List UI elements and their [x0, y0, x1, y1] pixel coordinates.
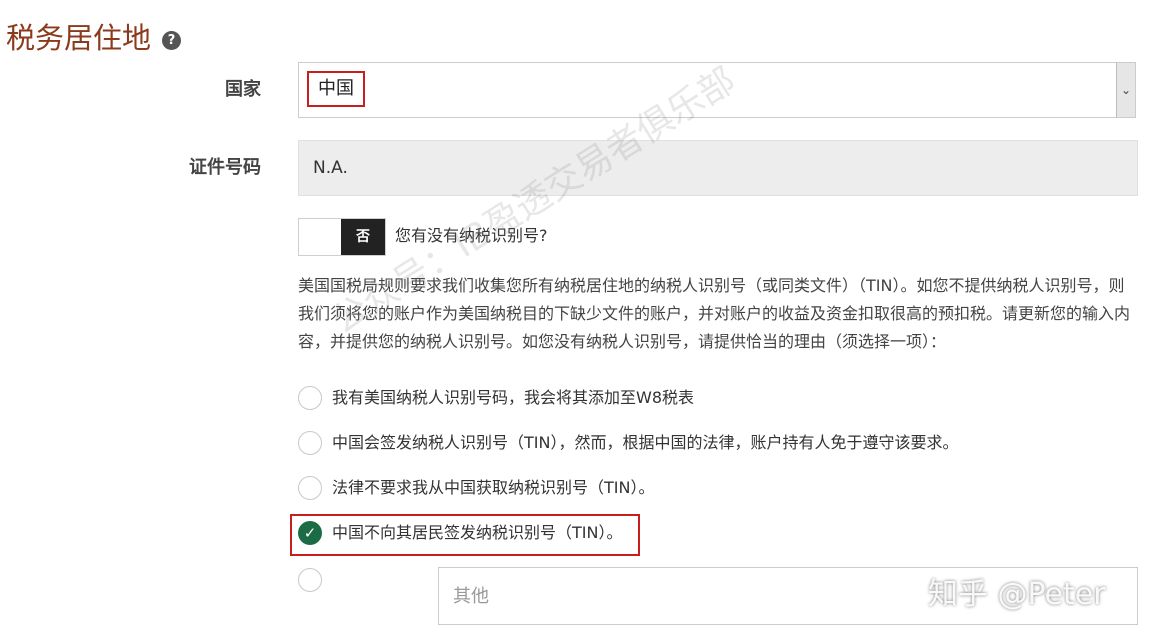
- other-reason-input[interactable]: [438, 567, 1138, 625]
- radio-button[interactable]: [298, 568, 322, 592]
- country-select[interactable]: 中国 ⌄: [298, 62, 1136, 118]
- reason-label: 法律不要求我从中国获取纳税识别号（TIN）。: [332, 478, 655, 497]
- chevron-down-icon[interactable]: ⌄: [1116, 63, 1135, 117]
- reason-label: 中国不向其居民签发纳税识别号（TIN）。: [332, 523, 623, 542]
- question-circle-icon[interactable]: ?: [162, 31, 181, 50]
- radio-button[interactable]: [298, 476, 322, 500]
- tin-description: 美国国税局规则要求我们收集您所有纳税居住地的纳税人识别号（或同类文件）（TIN）…: [298, 276, 1131, 351]
- radio-button[interactable]: [298, 431, 322, 455]
- reason-label: 我有美国纳税人识别号码，我会将其添加至W8税表: [332, 388, 695, 407]
- section-title: 税务居住地: [6, 21, 152, 55]
- check-circle-icon[interactable]: ✓: [298, 521, 322, 545]
- radio-button[interactable]: [298, 386, 322, 410]
- reason-label: 中国会签发纳税人识别号（TIN），然而，根据中国的法律，账户持有人免于遵守该要求…: [332, 433, 959, 452]
- toggle-state-label: 否: [341, 219, 385, 255]
- country-label: 国家: [225, 79, 261, 100]
- country-selected-value: 中国: [307, 71, 365, 107]
- id-number-field: N.A.: [298, 140, 1138, 196]
- tin-question: 您有没有纳税识别号?: [395, 226, 548, 245]
- id-number-label: 证件号码: [189, 157, 261, 178]
- tin-toggle[interactable]: 否: [298, 218, 386, 256]
